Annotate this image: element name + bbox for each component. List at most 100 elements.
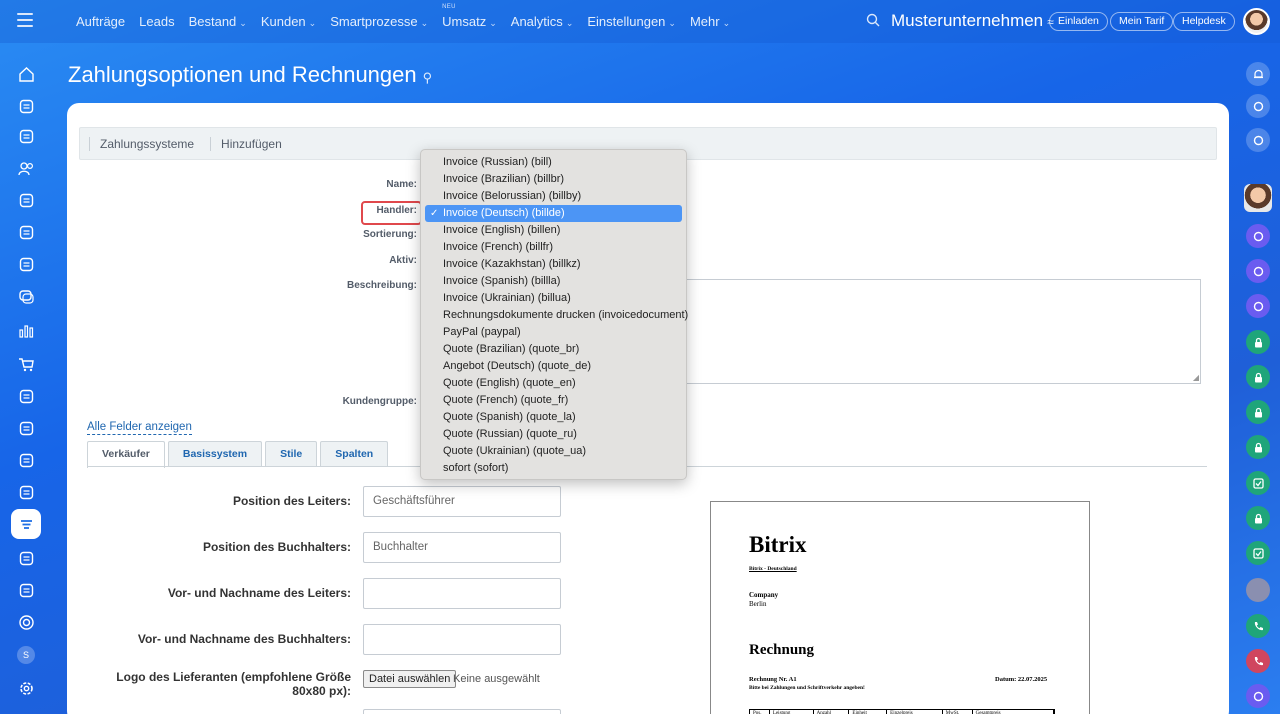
tariff-button[interactable]: Mein Tarif: [1110, 12, 1174, 31]
handler-option-label: PayPal (paypal): [443, 326, 521, 338]
documents-icon[interactable]: [15, 189, 37, 211]
seller-row-input[interactable]: Geschäftsführer: [363, 486, 561, 517]
handler-option[interactable]: Invoice (Kazakhstan) (billkz): [425, 256, 682, 273]
preview-column-header: MwSt.: [943, 710, 973, 714]
handler-dropdown[interactable]: Invoice (Russian) (bill) Invoice (Brazili…: [420, 149, 688, 480]
lock-icon[interactable]: [1246, 365, 1270, 389]
nav-item-aufträge[interactable]: Aufträge: [76, 14, 125, 29]
channel-icon[interactable]: [1246, 684, 1270, 708]
nav-item-einstellungen[interactable]: Einstellungen ⌄: [587, 14, 676, 29]
handler-option[interactable]: Invoice (Belorussian) (billby): [425, 188, 682, 205]
automation-icon[interactable]: [15, 95, 37, 117]
handler-option[interactable]: Quote (French) (quote_fr): [425, 392, 682, 409]
handler-option[interactable]: Invoice (English) (billen): [425, 222, 682, 239]
nav-item-analytics[interactable]: Analytics ⌄: [511, 14, 574, 29]
handler-option[interactable]: Invoice (Ukrainian) (billua): [425, 290, 682, 307]
crm-settings-icon[interactable]: [11, 509, 41, 539]
show-all-fields-link[interactable]: Alle Felder anzeigen: [87, 421, 192, 435]
analytics-icon[interactable]: [15, 319, 37, 341]
settings-icon[interactable]: [15, 677, 37, 699]
next-field-input[interactable]: [363, 709, 561, 714]
preview-column-header: Einheit: [849, 710, 888, 714]
tab-seller[interactable]: Verkäufer: [87, 441, 165, 468]
seller-row-input[interactable]: [363, 578, 561, 609]
nav-item-label: Smartprozesse: [330, 14, 418, 29]
team-avatar[interactable]: [1246, 578, 1270, 602]
chevron-down-icon: ⌄: [489, 18, 497, 28]
handler-option[interactable]: Quote (Russian) (quote_ru): [425, 426, 682, 443]
resize-grip-icon[interactable]: ◢: [1193, 373, 1199, 382]
phone-icon[interactable]: [1246, 614, 1270, 638]
handler-option[interactable]: Quote (Spanish) (quote_la): [425, 409, 682, 426]
nav-item-smartprozesse[interactable]: Smartprozesse ⌄: [330, 14, 428, 29]
contact-center-icon[interactable]: [15, 481, 37, 503]
shop-icon[interactable]: [15, 353, 37, 375]
home-icon[interactable]: [15, 63, 37, 85]
company-name[interactable]: Musterunternehmen ≈: [891, 11, 1054, 31]
nav-item-label: Umsatz: [442, 14, 487, 29]
seller-row-input[interactable]: [363, 624, 561, 655]
channel-icon[interactable]: [1246, 224, 1270, 248]
menu-icon[interactable]: [17, 13, 33, 27]
tab-styles[interactable]: Stile: [265, 441, 318, 467]
lock-icon[interactable]: [1246, 435, 1270, 459]
invite-button[interactable]: Einladen: [1049, 12, 1108, 31]
target-icon[interactable]: [15, 611, 37, 633]
lock-icon[interactable]: [1246, 400, 1270, 424]
handler-option[interactable]: Invoice (Spanish) (billla): [425, 273, 682, 290]
handler-option[interactable]: Quote (English) (quote_en): [425, 375, 682, 392]
nav-item-leads[interactable]: Leads: [139, 14, 174, 29]
handler-option[interactable]: Rechnungsdokumente drucken (invoicedocum…: [425, 307, 688, 324]
booking-icon[interactable]: [15, 449, 37, 471]
channel-icon[interactable]: [1246, 259, 1270, 283]
seller-row-input[interactable]: Buchhalter: [363, 532, 561, 563]
payment-icon[interactable]: [15, 221, 37, 243]
user-avatar[interactable]: [1243, 8, 1270, 35]
handler-option[interactable]: Quote (Ukrainian) (quote_ua): [425, 443, 682, 460]
handler-option[interactable]: Angebot (Deutsch) (quote_de): [425, 358, 682, 375]
storage-icon[interactable]: [15, 417, 37, 439]
handler-option[interactable]: Quote (Brazilian) (quote_br): [425, 341, 682, 358]
workspace-badge[interactable]: S: [17, 646, 35, 664]
handler-option[interactable]: sofort (sofort): [425, 460, 682, 477]
channel-icon[interactable]: [1246, 294, 1270, 318]
handler-option[interactable]: Invoice (Brazilian) (billbr): [425, 171, 682, 188]
copilot-icon[interactable]: [1246, 94, 1270, 118]
handler-option-label: Quote (English) (quote_en): [443, 377, 576, 389]
calendar-icon[interactable]: [15, 547, 37, 569]
nav-item-mehr[interactable]: Mehr ⌄: [690, 14, 730, 29]
tab-columns[interactable]: Spalten: [320, 441, 389, 467]
lock-icon[interactable]: [1246, 506, 1270, 530]
helpdesk-button[interactable]: Helpdesk: [1173, 12, 1235, 31]
notification-icon[interactable]: [1246, 62, 1270, 86]
search-icon[interactable]: [866, 13, 880, 27]
description-textarea[interactable]: ◢: [683, 279, 1201, 384]
nav-item-umsatz[interactable]: NEU Umsatz ⌄: [442, 4, 497, 29]
nav-item-kunden[interactable]: Kunden ⌄: [261, 14, 316, 29]
seller-row-label: Vor- und Nachname des Leiters:: [167, 586, 351, 600]
choose-file-button[interactable]: Datei auswählen: [363, 670, 457, 688]
nav-item-bestand[interactable]: Bestand ⌄: [189, 14, 247, 29]
sign-icon[interactable]: [15, 385, 37, 407]
bot-icon[interactable]: [15, 579, 37, 601]
add-link[interactable]: Hinzufügen: [210, 136, 292, 151]
contacts-icon[interactable]: [15, 157, 37, 179]
phone-icon[interactable]: [1246, 649, 1270, 673]
check-icon[interactable]: [1246, 541, 1270, 565]
sites-icon[interactable]: [15, 253, 37, 275]
lock-icon[interactable]: [1246, 330, 1270, 354]
payment-systems-link[interactable]: Zahlungssysteme: [89, 136, 204, 151]
check-icon[interactable]: [1246, 471, 1270, 495]
tasks-icon[interactable]: [15, 125, 37, 147]
chat-icon[interactable]: [15, 285, 37, 307]
handler-option[interactable]: Invoice (French) (billfr): [425, 239, 682, 256]
check-icon: ✓: [430, 208, 439, 219]
user-avatar[interactable]: [1244, 184, 1272, 212]
handler-option[interactable]: ✓ Invoice (Deutsch) (billde): [425, 205, 682, 222]
chat-search-icon[interactable]: [1246, 128, 1270, 152]
preview-brand-sub: Bitrix - Deutschland: [749, 566, 797, 572]
handler-option[interactable]: Invoice (Russian) (bill): [425, 154, 682, 171]
handler-option[interactable]: PayPal (paypal): [425, 324, 682, 341]
pin-icon[interactable]: ⚲: [423, 70, 433, 85]
tab-base-system[interactable]: Basissystem: [167, 441, 263, 467]
